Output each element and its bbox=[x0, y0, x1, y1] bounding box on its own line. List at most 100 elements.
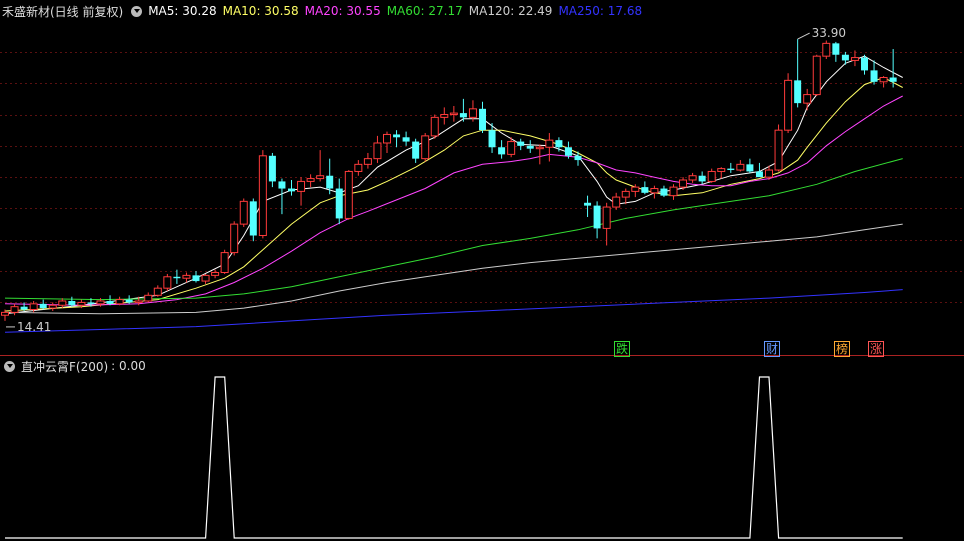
candle-body bbox=[412, 141, 420, 159]
candle-up bbox=[421, 133, 430, 162]
candle-body bbox=[344, 170, 353, 219]
candle-body bbox=[163, 276, 172, 289]
candle-down bbox=[861, 54, 868, 75]
high-label: 33.90 bbox=[812, 26, 846, 40]
candle-body bbox=[564, 147, 572, 156]
candle-up bbox=[784, 73, 793, 134]
candle-body bbox=[507, 141, 516, 155]
candle-body bbox=[421, 135, 430, 160]
indicator-menu-button[interactable] bbox=[4, 360, 15, 372]
candle-up bbox=[230, 221, 239, 256]
candle-body bbox=[517, 141, 525, 146]
candle-down bbox=[192, 271, 200, 283]
candle-body bbox=[784, 79, 793, 131]
candle-up bbox=[650, 185, 659, 199]
candle-down bbox=[660, 185, 668, 198]
candle-down bbox=[335, 178, 343, 225]
candle-down bbox=[555, 137, 563, 152]
ma5-value: MA5: 30.28 bbox=[148, 4, 217, 18]
candle-body bbox=[841, 54, 849, 61]
ma60-line bbox=[4, 158, 903, 301]
chart-header: 禾盛新材(日线 前复权) MA5: 30.28 MA10: 30.58 MA20… bbox=[2, 2, 648, 20]
candle-down bbox=[479, 101, 486, 134]
candle-body bbox=[430, 116, 439, 137]
ma120-value: MA120: 22.49 bbox=[468, 4, 553, 18]
candle-up bbox=[812, 54, 821, 97]
candle-up bbox=[440, 107, 449, 125]
candle-up bbox=[803, 88, 812, 111]
candle-up bbox=[774, 124, 783, 172]
candle-body bbox=[182, 274, 191, 279]
candle-body bbox=[660, 188, 668, 196]
ma5-line bbox=[4, 55, 903, 315]
candle-up bbox=[297, 177, 306, 206]
candle-up bbox=[373, 135, 382, 163]
candle-body bbox=[153, 287, 162, 296]
indicator-header: 直冲云霄F(200) : 0.00 bbox=[2, 358, 146, 374]
candle-body bbox=[201, 274, 210, 282]
candle-down bbox=[698, 171, 706, 185]
candle-down bbox=[39, 299, 47, 310]
candle-down bbox=[106, 295, 114, 306]
candle-down bbox=[249, 198, 257, 242]
candle-body bbox=[363, 158, 372, 165]
candle-body bbox=[870, 70, 878, 82]
candle-up bbox=[363, 152, 372, 169]
candle-body bbox=[526, 145, 534, 149]
candle-body bbox=[230, 223, 239, 254]
candle-body bbox=[555, 140, 563, 148]
candle-body bbox=[373, 142, 382, 160]
candle-body bbox=[736, 163, 745, 171]
candle-body bbox=[765, 169, 773, 178]
candle-down bbox=[593, 201, 601, 239]
candle-up bbox=[707, 168, 716, 183]
candle-body bbox=[278, 181, 286, 189]
candle-up bbox=[449, 105, 458, 122]
indicator-title: 直冲云霄F(200) bbox=[21, 359, 109, 374]
candle-body bbox=[48, 304, 57, 309]
candle-body bbox=[211, 272, 220, 276]
candle-body bbox=[10, 306, 19, 313]
candle-body bbox=[58, 300, 67, 306]
candle-down bbox=[641, 181, 649, 195]
candle-up bbox=[239, 198, 248, 227]
candle-down bbox=[517, 138, 525, 151]
candle-body bbox=[794, 80, 802, 104]
candle-up bbox=[612, 192, 621, 210]
ma250-line bbox=[4, 289, 903, 333]
chart-menu-button[interactable] bbox=[131, 5, 143, 17]
candle-body bbox=[593, 205, 601, 229]
candle-down bbox=[526, 140, 534, 153]
candle-body bbox=[889, 77, 897, 82]
candle-body bbox=[192, 275, 200, 282]
candle-body bbox=[402, 137, 410, 142]
candle-down bbox=[794, 39, 802, 108]
candle-body bbox=[268, 155, 276, 182]
candle-body bbox=[612, 196, 621, 208]
candle-body bbox=[879, 77, 888, 83]
candle-body bbox=[220, 252, 229, 274]
candle-body bbox=[258, 155, 267, 237]
candle-up bbox=[163, 273, 172, 292]
indicator-line bbox=[5, 376, 903, 539]
candle-body bbox=[249, 201, 257, 236]
candle-body bbox=[326, 175, 334, 189]
candle-up bbox=[688, 172, 697, 183]
candle-up bbox=[115, 296, 124, 306]
candle-body bbox=[68, 300, 76, 306]
candle-body bbox=[498, 147, 506, 155]
candle-down bbox=[68, 296, 76, 307]
candle-body bbox=[479, 108, 486, 131]
candle-up bbox=[354, 160, 363, 176]
candle-down bbox=[402, 131, 410, 146]
candle-body bbox=[641, 187, 649, 193]
candle-body bbox=[383, 133, 391, 144]
candle-down bbox=[832, 41, 840, 62]
candle-body bbox=[822, 42, 831, 57]
candle-body bbox=[679, 179, 688, 188]
candle-body bbox=[812, 55, 821, 96]
candle-body bbox=[125, 299, 133, 303]
candle-down bbox=[498, 140, 506, 159]
candle-up bbox=[48, 302, 57, 311]
candle-body bbox=[393, 134, 401, 138]
